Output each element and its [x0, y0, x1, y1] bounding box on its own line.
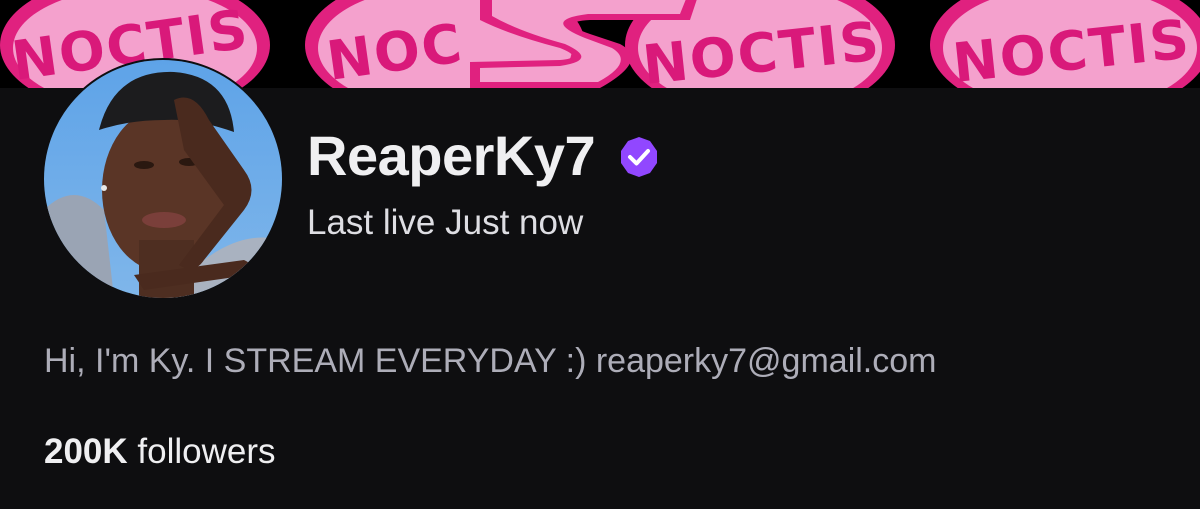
followers-label: followers	[137, 432, 276, 471]
followers-count: 200K followers	[44, 432, 276, 472]
channel-bio: Hi, I'm Ky. I STREAM EVERYDAY :) reaperk…	[44, 342, 937, 380]
avatar[interactable]	[42, 58, 284, 300]
channel-header: ReaperKy7	[307, 120, 661, 190]
channel-name[interactable]: ReaperKy7	[307, 123, 596, 188]
followers-number: 200K	[44, 432, 128, 471]
last-live-status: Last live Just now	[307, 203, 584, 242]
verified-badge-icon	[617, 135, 661, 179]
